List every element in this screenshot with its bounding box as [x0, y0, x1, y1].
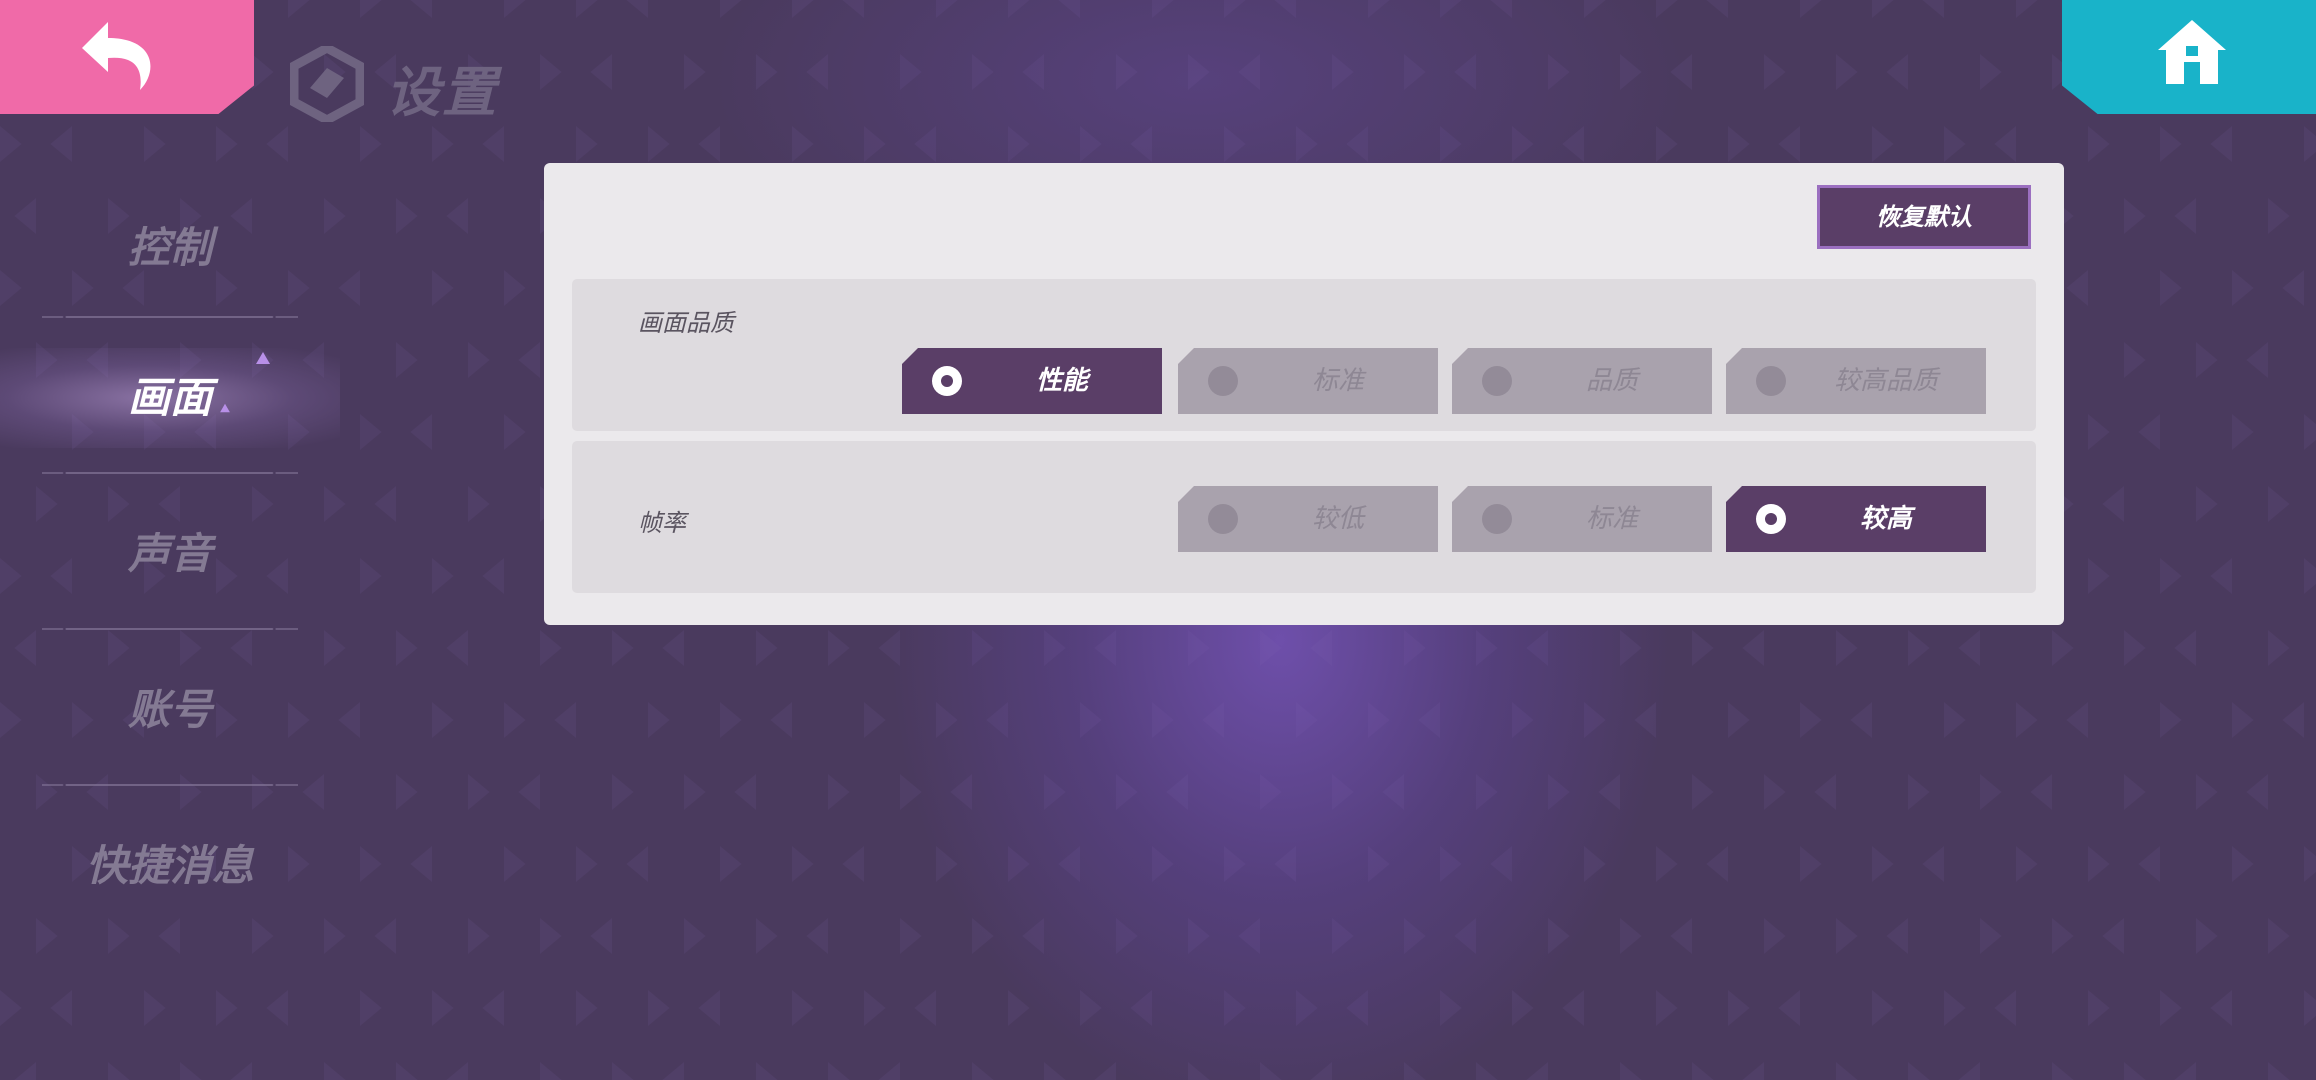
sidebar-divider [42, 316, 298, 318]
quality-setting-row: 画面品质 性能 标准 品质 较高品质 [572, 279, 2036, 431]
radio-icon [1208, 366, 1238, 396]
option-label: 品质 [1585, 366, 1638, 396]
quality-option-standard[interactable]: 标准 [1178, 348, 1438, 414]
quality-label: 画面品质 [638, 309, 734, 337]
settings-screen: 设置 控制 画面 声音 账号 快捷消息 恢复默认 画面品质 性能 标准 品质 较… [0, 0, 2316, 1080]
quality-option-quality[interactable]: 品质 [1452, 348, 1712, 414]
sidebar-item-control[interactable]: 控制 [0, 198, 340, 298]
sidebar-item-sound[interactable]: 声音 [0, 504, 340, 604]
sidebar-item-display[interactable]: 画面 [0, 348, 340, 448]
radio-icon [1756, 504, 1786, 534]
radio-icon [1208, 504, 1238, 534]
framerate-option-standard[interactable]: 标准 [1452, 486, 1712, 552]
radio-icon [1482, 366, 1512, 396]
framerate-setting-row: 帧率 较低 标准 较高 [572, 441, 2036, 593]
framerate-label: 帧率 [638, 509, 686, 537]
page-title: 设置 [386, 61, 498, 124]
sidebar-item-quick-message[interactable]: 快捷消息 [0, 816, 340, 916]
settings-logo-icon [290, 46, 364, 122]
radio-icon [1482, 504, 1512, 534]
sidebar-divider [42, 628, 298, 630]
option-label: 较高品质 [1833, 366, 1938, 396]
sidebar-divider [42, 472, 298, 474]
framerate-option-high[interactable]: 较高 [1726, 486, 1986, 552]
sidebar-divider [42, 784, 298, 786]
framerate-option-low[interactable]: 较低 [1178, 486, 1438, 552]
quality-option-high-quality[interactable]: 较高品质 [1726, 348, 1986, 414]
option-label: 标准 [1311, 366, 1364, 396]
sidebar-item-account[interactable]: 账号 [0, 660, 340, 760]
reset-defaults-button[interactable]: 恢复默认 [1817, 185, 2031, 249]
home-button[interactable] [2062, 0, 2316, 114]
option-label: 较高 [1859, 504, 1912, 534]
option-label: 较低 [1311, 504, 1364, 534]
back-button[interactable] [0, 0, 254, 114]
undo-arrow-icon [82, 22, 151, 90]
sparkle-decoration [256, 352, 270, 364]
home-icon [2158, 20, 2226, 84]
radio-icon [1756, 366, 1786, 396]
option-label: 性能 [1035, 366, 1088, 396]
sparkle-decoration [220, 403, 230, 413]
quality-option-performance[interactable]: 性能 [902, 348, 1162, 414]
settings-panel: 恢复默认 画面品质 性能 标准 品质 较高品质 帧率 较低 标准 较高 [544, 163, 2064, 625]
option-label: 标准 [1585, 504, 1638, 534]
radio-icon [932, 366, 962, 396]
